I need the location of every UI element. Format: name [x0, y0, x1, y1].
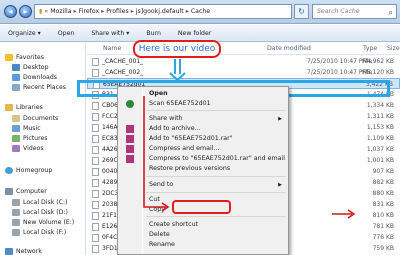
- annotation-arrows: [143, 59, 356, 219]
- red-pointer-icon: [332, 209, 356, 219]
- callout-label: Here is our video: [133, 40, 221, 58]
- red-arrow-icon: [143, 96, 170, 212]
- blue-down-arrow-icon: [169, 59, 186, 82]
